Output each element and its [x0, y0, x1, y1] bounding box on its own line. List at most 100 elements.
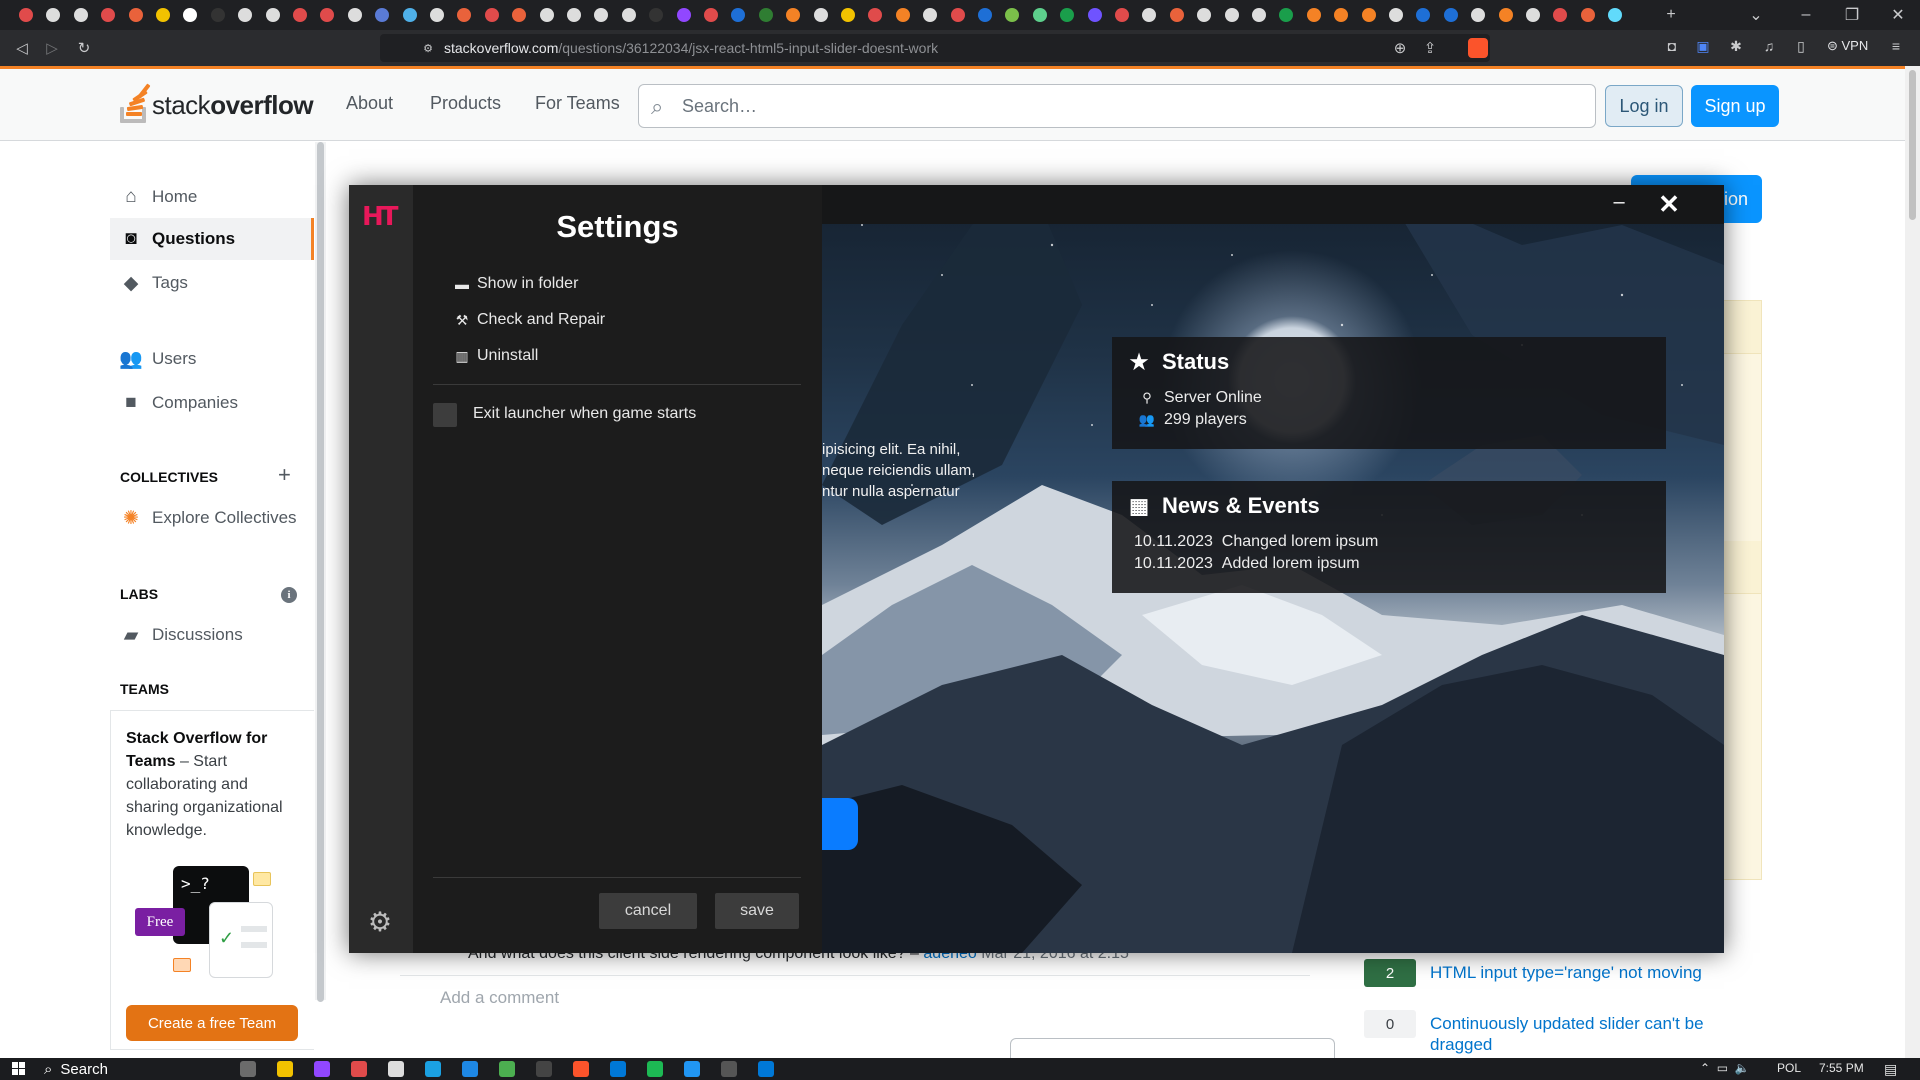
browser-tab-favicon[interactable]: [484, 8, 499, 22]
browser-tab-favicon[interactable]: [1580, 8, 1595, 22]
browser-tab-favicon[interactable]: [347, 8, 362, 22]
browser-tab-favicon[interactable]: [1498, 8, 1513, 22]
forward-icon[interactable]: ▷: [42, 38, 62, 58]
browser-tab-favicon[interactable]: [156, 8, 170, 22]
exit-launcher-label[interactable]: Exit launcher when game starts: [473, 405, 696, 423]
browser-tab-favicon[interactable]: [841, 8, 855, 22]
notifications-icon[interactable]: ▤: [1884, 1061, 1897, 1078]
browser-tab-favicon[interactable]: [868, 8, 883, 22]
browser-tab-favicon[interactable]: [1252, 8, 1266, 22]
play-button-edge[interactable]: [822, 798, 858, 850]
windows-start-icon[interactable]: [12, 1062, 26, 1076]
news-item[interactable]: 10.11.2023 Added lorem ipsum: [1134, 555, 1360, 573]
browser-tab-favicon[interactable]: [375, 8, 390, 22]
browser-tab-favicon[interactable]: [512, 8, 527, 22]
browser-tab-favicon[interactable]: [1471, 8, 1486, 22]
news-item[interactable]: 10.11.2023 Changed lorem ipsum: [1134, 533, 1378, 551]
taskbar-app-icon[interactable]: [573, 1061, 589, 1077]
browser-tab-favicon[interactable]: [19, 8, 33, 22]
browser-tab-favicon[interactable]: [101, 8, 116, 22]
browser-tab-favicon[interactable]: [1608, 8, 1623, 22]
related-question[interactable]: 0 Continuously updated slider can't be d…: [1364, 1010, 1764, 1054]
browser-tab-favicon[interactable]: [786, 8, 801, 22]
clock[interactable]: 7:55 PM: [1819, 1061, 1864, 1075]
browser-tab-favicon[interactable]: [1087, 8, 1102, 22]
minimize-window-icon[interactable]: –: [1783, 0, 1829, 30]
language-indicator[interactable]: POL: [1777, 1061, 1801, 1075]
tab-search-icon[interactable]: ⌄: [1733, 0, 1779, 30]
taskbar-app-icon[interactable]: [240, 1061, 256, 1077]
browser-tab-favicon[interactable]: [320, 8, 335, 22]
add-comment-link[interactable]: Add a comment: [440, 988, 559, 1008]
menu-icon[interactable]: ≡: [1886, 38, 1906, 58]
sidebar-item-companies[interactable]: ■ Companies: [110, 382, 314, 424]
brave-shields-icon[interactable]: [1468, 38, 1488, 58]
browser-tab-favicon[interactable]: [1443, 8, 1458, 22]
browser-tab-favicon[interactable]: [895, 8, 910, 22]
extension-icon[interactable]: ◘: [1662, 38, 1682, 58]
browser-tab-favicon[interactable]: [923, 8, 938, 22]
sidebar-scrollbar-thumb[interactable]: [317, 142, 324, 1002]
browser-tab-favicon[interactable]: [1334, 8, 1349, 22]
tray-icons[interactable]: ⌃ ▭ 🔈: [1700, 1061, 1750, 1075]
sidebar-item-home[interactable]: ⌂ Home: [110, 176, 314, 218]
cancel-button[interactable]: cancel: [599, 893, 697, 929]
browser-tab-favicon[interactable]: [46, 8, 61, 22]
stackoverflow-logo[interactable]: stackoverflow: [118, 83, 314, 127]
taskbar-app-icon[interactable]: [758, 1061, 774, 1077]
related-question-link[interactable]: Continuously updated slider can't be dra…: [1430, 1013, 1730, 1055]
site-info-icon[interactable]: ⚙: [418, 38, 438, 58]
maximize-window-icon[interactable]: ❐: [1829, 0, 1875, 30]
browser-tab-favicon[interactable]: [1416, 8, 1431, 22]
browser-tab-favicon[interactable]: [457, 8, 472, 22]
check-and-repair-button[interactable]: ⚒ Check and Repair: [453, 308, 605, 332]
sidebar-item-explore-collectives[interactable]: ✺ Explore Collectives: [110, 497, 314, 539]
media-icon[interactable]: ♫: [1759, 38, 1779, 58]
add-collective-icon[interactable]: +: [278, 462, 291, 488]
launcher-minimize-button[interactable]: –: [1604, 191, 1634, 217]
browser-tab-favicon[interactable]: [210, 8, 225, 22]
exit-launcher-checkbox[interactable]: [433, 403, 457, 427]
browser-tab-favicon[interactable]: [1197, 8, 1212, 22]
taskbar-app-icon[interactable]: [721, 1061, 737, 1077]
new-tab-button[interactable]: +: [1648, 0, 1694, 30]
browser-tab-favicon[interactable]: [1306, 8, 1321, 22]
browser-tab-favicon[interactable]: [813, 8, 828, 22]
vpn-button[interactable]: ⊜ VPN: [1827, 38, 1868, 54]
labs-info-icon[interactable]: i: [281, 587, 297, 603]
related-question-link[interactable]: HTML input type='range' not moving: [1430, 962, 1730, 983]
zoom-icon[interactable]: ⊕: [1390, 38, 1410, 58]
browser-tab-favicon[interactable]: [1553, 8, 1568, 22]
sidebar-item-users[interactable]: 👥 Users: [110, 338, 314, 380]
page-scrollbar-thumb[interactable]: [1909, 70, 1916, 220]
browser-tab-favicon[interactable]: [758, 8, 773, 22]
browser-tab-favicon[interactable]: [73, 8, 88, 22]
browser-tab-favicon[interactable]: [594, 8, 609, 22]
taskbar-app-icon[interactable]: [351, 1061, 367, 1077]
extensions-puzzle-icon[interactable]: ✱: [1726, 38, 1746, 58]
launcher-logo[interactable]: HT: [362, 202, 399, 232]
browser-tab-favicon[interactable]: [567, 8, 581, 22]
browser-tab-favicon[interactable]: [1005, 8, 1020, 22]
sidebar-toggle-icon[interactable]: ▯: [1791, 38, 1811, 58]
browser-tab-favicon[interactable]: [265, 8, 280, 22]
share-icon[interactable]: ⇪: [1420, 38, 1440, 58]
browser-tab-favicon[interactable]: [621, 8, 636, 22]
browser-tab-favicon[interactable]: [402, 8, 417, 22]
taskbar-app-icon[interactable]: [462, 1061, 478, 1077]
sidebar-scrollbar[interactable]: [315, 142, 326, 1002]
taskbar-app-icon[interactable]: [647, 1061, 663, 1077]
taskbar-search[interactable]: ⌕ Search: [44, 1061, 108, 1078]
browser-tab-favicon[interactable]: [1389, 8, 1403, 22]
taskbar-app-icon[interactable]: [388, 1061, 404, 1077]
taskbar-app-icon[interactable]: [610, 1061, 626, 1077]
taskbar-app-icon[interactable]: [684, 1061, 700, 1077]
browser-tab-favicon[interactable]: [950, 8, 965, 22]
back-icon[interactable]: ◁: [12, 38, 32, 58]
browser-tab-favicon[interactable]: [676, 8, 691, 22]
reload-icon[interactable]: ↻: [74, 38, 94, 58]
browser-tab-favicon[interactable]: [1115, 8, 1129, 22]
sidebar-item-tags[interactable]: ◆ Tags: [110, 262, 314, 304]
nav-for-teams[interactable]: For Teams: [535, 93, 620, 114]
sidebar-item-questions[interactable]: ◙ Questions: [110, 218, 314, 260]
